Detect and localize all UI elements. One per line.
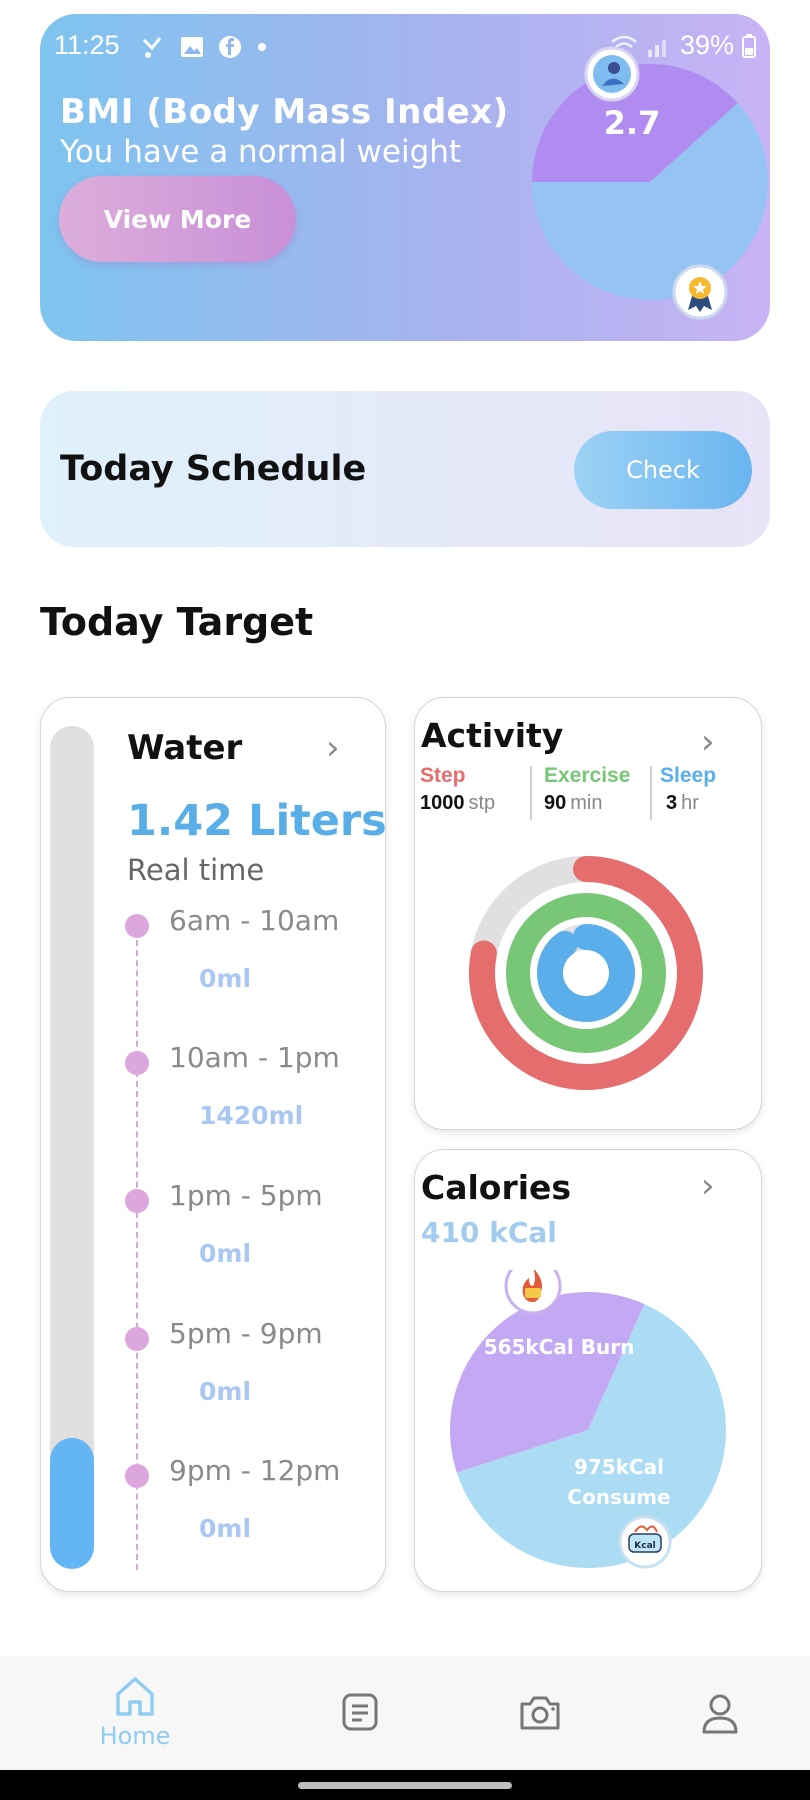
timeline-dot	[125, 1189, 149, 1213]
today-target-title: Today Target	[40, 600, 314, 644]
timeline-range: 5pm - 9pm	[169, 1317, 323, 1350]
activity-chevron-right-icon[interactable]: ›	[701, 722, 715, 762]
camera-icon	[520, 1696, 560, 1730]
timeline-range: 6am - 10am	[169, 904, 340, 937]
sleep-value-row: 3 hr	[660, 792, 716, 815]
water-realtime-label: Real time	[127, 853, 265, 887]
exercise-label: Exercise	[544, 764, 631, 787]
today-schedule-title: Today Schedule	[60, 449, 367, 489]
facebook-icon	[219, 36, 241, 58]
step-value-row: 1000 stp	[420, 792, 495, 815]
water-chevron-right-icon[interactable]: ›	[326, 728, 340, 768]
status-time: 11:25	[54, 30, 120, 60]
timeline-range: 9pm - 12pm	[169, 1454, 341, 1487]
bottom-nav: Home	[0, 1656, 810, 1770]
avatar-badge-icon	[584, 46, 640, 102]
stat-divider	[650, 766, 652, 820]
water-timeline-item: 10am - 1pm 1420ml	[41, 1041, 381, 1145]
sleep-label: Sleep	[660, 764, 717, 787]
timeline-amount: 0ml	[199, 1377, 252, 1406]
sleep-unit: hr	[681, 792, 699, 814]
home-icon	[116, 1677, 154, 1716]
calories-burn-label: 565kCal Burn	[484, 1335, 635, 1359]
water-timeline-item: 6am - 10am 0ml	[41, 904, 381, 1008]
timeline-amount: 0ml	[199, 1514, 252, 1543]
calories-value: 410 kCal	[421, 1216, 557, 1249]
kcal-badge-icon: Kcal	[618, 1515, 672, 1569]
view-more-button[interactable]: View More	[59, 176, 296, 262]
bmi-pie-chart: 2.7	[531, 46, 768, 320]
status-notification-icons	[140, 34, 268, 60]
calories-consume-label-2: Consume	[567, 1485, 670, 1509]
water-timeline-item: 9pm - 12pm 0ml	[41, 1454, 381, 1558]
water-amount: 1.42 Liters	[127, 796, 387, 846]
water-progress-track	[50, 726, 94, 1569]
bmi-title: BMI (Body Mass Index)	[60, 92, 509, 132]
activity-sleep-stat: Sleep 3 hr	[660, 764, 716, 820]
nav-camera[interactable]	[480, 1692, 600, 1782]
rings-center	[572, 959, 600, 987]
medal-badge-icon	[672, 264, 728, 320]
timeline-range: 1pm - 5pm	[169, 1179, 323, 1212]
activity-stats: Step 1000 stp Exercise 90 min Sleep 3 hr	[420, 764, 756, 820]
timeline-dot	[125, 1051, 149, 1075]
system-navigation-bar	[0, 1770, 810, 1800]
kcal-badge-text: Kcal	[634, 1541, 655, 1551]
step-unit: stp	[468, 792, 496, 814]
timeline-dot	[125, 914, 149, 938]
exercise-unit: min	[570, 792, 603, 814]
timeline-amount: 0ml	[199, 964, 252, 993]
nav-notes[interactable]	[300, 1692, 420, 1782]
water-card[interactable]: Water › 1.42 Liters Real time 6am - 10am…	[40, 697, 387, 1592]
calories-pie-chart: 565kCal Burn 975kCal Consume Kcal	[450, 1270, 726, 1569]
profile-icon	[702, 1694, 738, 1734]
activity-step-stat: Step 1000 stp	[420, 764, 495, 820]
exercise-value-row: 90 min	[544, 792, 630, 815]
bmi-card: 11:25 39% BMI (Body Mass Index) You have…	[40, 14, 770, 341]
nav-home-label: Home	[99, 1722, 171, 1750]
calories-title: Calories	[421, 1168, 572, 1207]
home-gesture-pill[interactable]	[298, 1782, 512, 1789]
timeline-amount: 1420ml	[199, 1101, 304, 1130]
water-title: Water	[127, 728, 243, 768]
timeline-amount: 0ml	[199, 1239, 252, 1268]
missed-call-icon	[142, 37, 162, 58]
activity-rings-chart	[469, 856, 703, 1090]
activity-card[interactable]: Activity › Step 1000 stp Exercise 90 min S…	[414, 697, 762, 1130]
timeline-dot	[125, 1327, 149, 1351]
today-schedule-card: Today Schedule Check	[40, 391, 770, 547]
gallery-icon	[181, 37, 203, 57]
bmi-subtitle: You have a normal weight	[60, 134, 462, 170]
timeline-dot	[125, 1464, 149, 1488]
stat-divider	[530, 766, 532, 820]
water-timeline-item: 1pm - 5pm 0ml	[41, 1179, 381, 1283]
nav-profile[interactable]	[660, 1692, 780, 1782]
fire-badge-icon	[504, 1270, 562, 1315]
step-value: 1000	[420, 792, 465, 814]
check-schedule-button[interactable]: Check	[574, 431, 752, 509]
sleep-value: 3	[666, 792, 678, 814]
calories-chevron-right-icon[interactable]: ›	[701, 1166, 715, 1206]
calories-card[interactable]: Calories › 410 kCal 565kCal Burn 975kCal…	[414, 1149, 762, 1592]
exercise-value: 90	[544, 792, 567, 814]
notes-icon	[342, 1693, 378, 1731]
activity-title: Activity	[421, 716, 564, 755]
notification-dot-icon	[258, 43, 266, 51]
nav-home[interactable]: Home	[75, 1674, 195, 1764]
timeline-range: 10am - 1pm	[169, 1041, 340, 1074]
calories-consume-label-1: 975kCal	[574, 1455, 664, 1479]
activity-exercise-stat: Exercise 90 min	[544, 764, 630, 820]
step-label: Step	[420, 764, 466, 787]
bmi-value: 2.7	[604, 104, 661, 142]
water-timeline-item: 5pm - 9pm 0ml	[41, 1317, 381, 1421]
